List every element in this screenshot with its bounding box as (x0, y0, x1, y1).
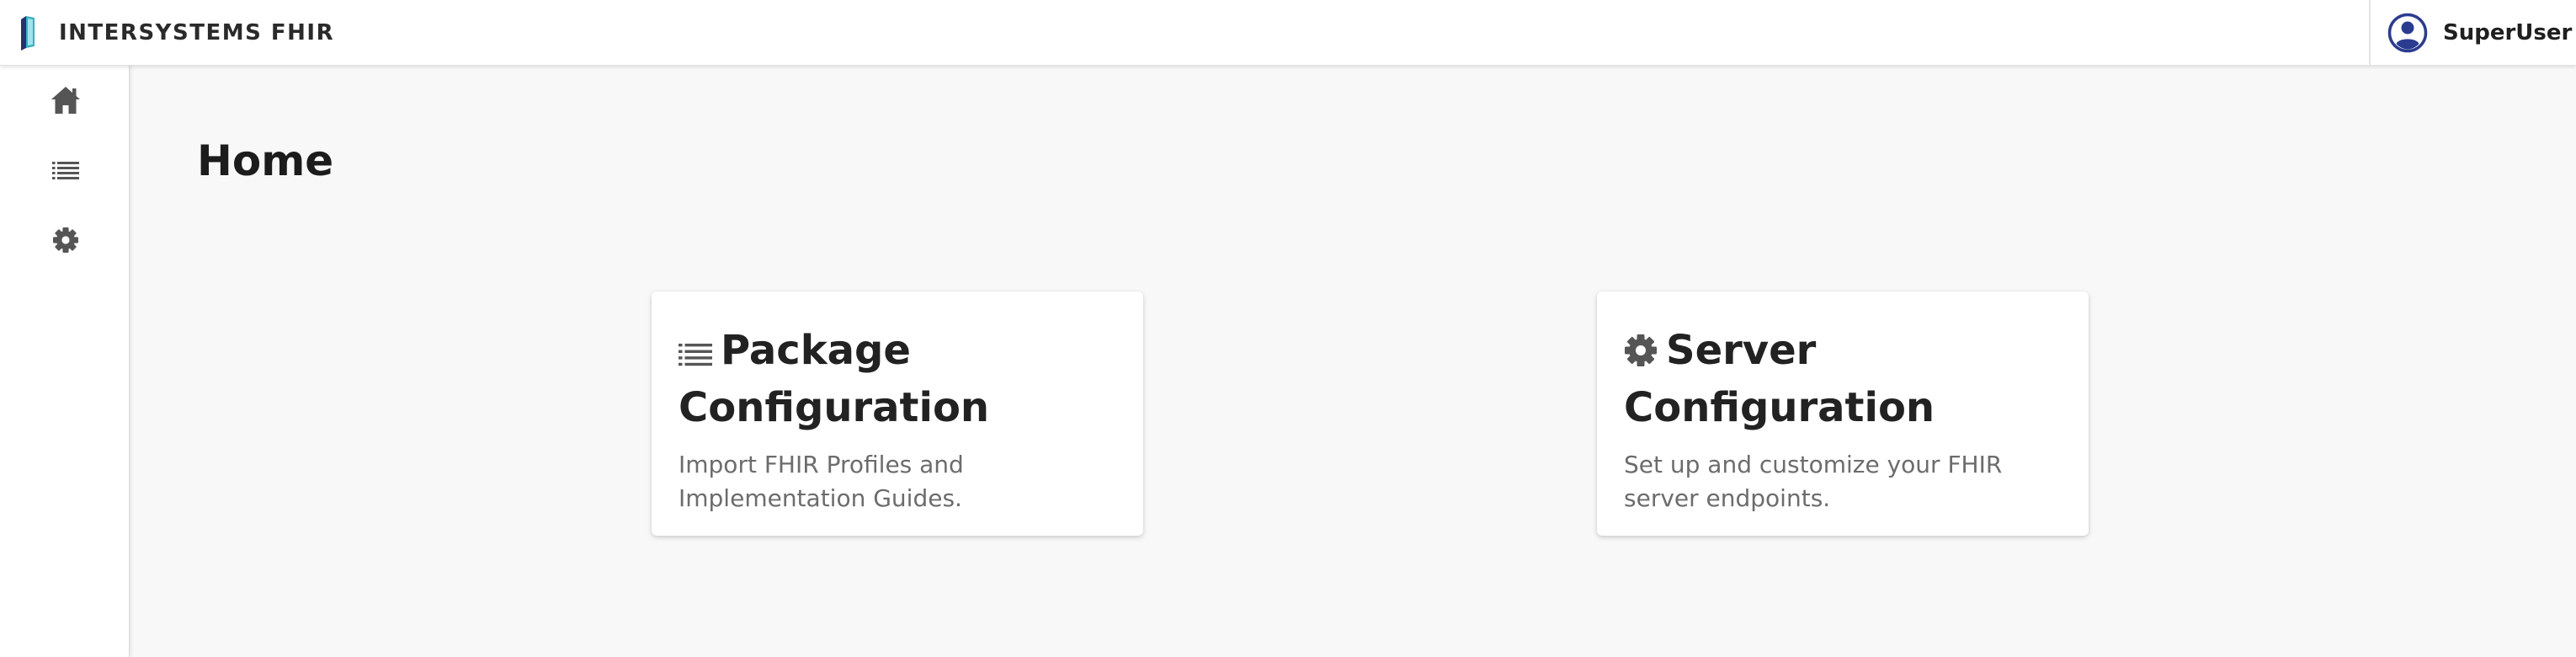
user-circle-icon (2387, 13, 2428, 53)
package-configuration-card[interactable]: Package Configuration Import FHIR Profil… (652, 291, 1143, 536)
sidebar-item-packages[interactable] (45, 150, 87, 192)
brand[interactable]: INTERSYSTEMS FHIR (19, 13, 334, 52)
card-title-row: Server Configuration (1624, 322, 2070, 436)
card-title: Server Configuration (1624, 327, 1935, 431)
sidebar-item-home[interactable] (45, 79, 87, 121)
card-title-row: Package Configuration (679, 322, 1125, 436)
main-content: Home Package Configuration Import FHIR P… (130, 66, 2576, 657)
brand-title: INTERSYSTEMS FHIR (59, 20, 335, 45)
user-menu[interactable]: SuperUser (2369, 0, 2576, 66)
home-icon (51, 87, 80, 114)
user-name: SuperUser (2443, 20, 2573, 45)
card-description: Set up and customize your FHIR server en… (1624, 451, 2003, 512)
sidebar-item-settings[interactable] (45, 219, 87, 261)
gear-icon (1625, 334, 1657, 366)
server-configuration-card[interactable]: Server Configuration Set up and customiz… (1597, 291, 2089, 536)
card-description: Import FHIR Profiles and Implementation … (679, 451, 964, 512)
card-title: Package Configuration (679, 327, 990, 431)
gear-icon (53, 227, 78, 253)
top-app-bar: INTERSYSTEMS FHIR SuperUser (0, 0, 2576, 66)
list-icon (52, 162, 79, 179)
page-title: Home (197, 136, 334, 185)
list-icon (679, 344, 712, 366)
side-navigation (0, 66, 130, 657)
intersystems-logo (21, 16, 35, 51)
